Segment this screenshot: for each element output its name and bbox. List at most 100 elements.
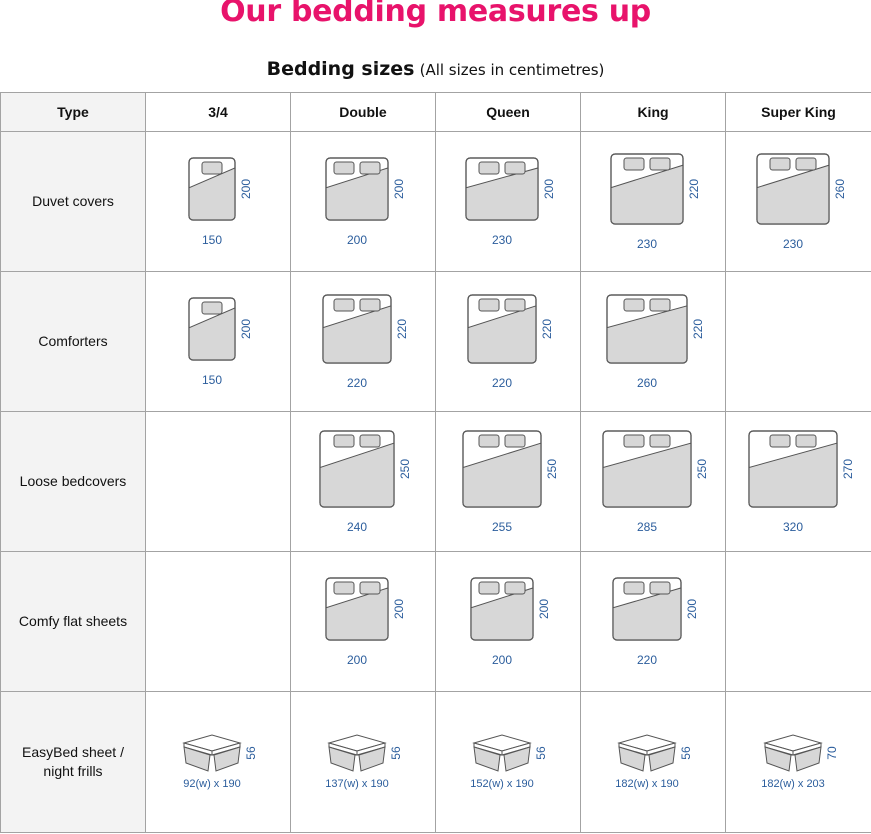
size-cell-three-quarter: 56 92(w) x 190 [145,691,291,833]
column-header-type: Type [0,92,146,132]
length-label: 250 [545,458,559,478]
table-title: Bedding sizes [266,58,415,80]
size-cell-three-quarter [145,551,291,692]
length-label: 220 [691,318,705,338]
bed-size-diagram: 220 260 [606,293,705,390]
width-label: 150 [202,233,222,247]
width-label: 230 [492,233,512,247]
row-label: Comforters [0,271,146,412]
bed-icon [188,296,236,361]
width-label: 220 [492,376,512,390]
box-bed-icon [327,734,387,772]
table-row: EasyBed sheet / night frills 56 92(w) x 19… [0,691,871,833]
size-cell-queen: 250 255 [435,411,581,552]
column-header-super-king: Super King [725,92,871,132]
size-cell-double: 56 137(w) x 190 [290,691,436,833]
bed-icon [319,429,395,508]
size-cell-queen: 220 220 [435,271,581,412]
length-label: 200 [537,598,551,618]
width-label: 260 [637,376,657,390]
bed-size-diagram: 200 150 [188,156,253,247]
table-row: Loose bedcovers 250 240 250 255 250 285 270 320 [0,411,871,552]
bed-icon [325,576,389,641]
bed-base-diagram: 56 137(w) x 190 [325,734,403,790]
length-label: 220 [540,318,554,338]
width-label: 200 [347,233,367,247]
bed-size-diagram: 200 200 [470,576,551,667]
bed-size-diagram: 270 320 [747,429,855,534]
length-label: 200 [239,178,253,198]
bed-size-diagram: 220 230 [610,152,701,251]
size-cell-king: 220 230 [580,131,726,272]
bed-icon [612,576,682,641]
length-label: 200 [542,178,556,198]
length-label: 200 [685,598,699,618]
table-body: Duvet covers 200 150 200 200 200 230 220 230 260 2… [0,131,871,833]
width-label: 255 [492,520,512,534]
size-cell-super-king: 270 320 [725,411,871,552]
size-cell-double: 250 240 [290,411,436,552]
length-label: 250 [695,458,709,478]
bed-base-diagram: 56 92(w) x 190 [182,734,258,790]
size-cell-king: 200 220 [580,551,726,692]
bed-icon [747,429,838,508]
depth-label: 56 [244,746,258,760]
width-label: 200 [492,653,512,667]
width-label: 230 [637,237,657,251]
row-label: EasyBed sheet / night frills [0,691,146,833]
length-label: 270 [841,458,855,478]
table-row: Comforters 200 150 220 220 220 220 220 260 [0,271,871,412]
size-cell-queen: 200 200 [435,551,581,692]
size-cell-super-king: 70 182(w) x 203 [725,691,871,833]
bed-size-diagram: 250 255 [462,429,559,534]
bed-size-diagram: 260 230 [755,152,847,251]
width-label: 230 [782,237,802,251]
bed-size-diagram: 250 285 [602,429,709,534]
bedding-sizes-table: Type 3/4 Double Queen King Super King Du… [0,92,871,833]
size-cell-three-quarter: 200 150 [145,131,291,272]
bed-size-diagram: 200 200 [325,156,406,247]
length-label: 200 [392,178,406,198]
column-header-king: King [580,92,726,132]
bed-icon [610,152,684,225]
length-label: 220 [395,318,409,338]
column-header-queen: Queen [435,92,581,132]
bed-icon [462,429,542,508]
box-bed-icon [617,734,677,772]
width-label: 220 [637,653,657,667]
depth-label: 56 [389,746,403,760]
width-label: 200 [347,653,367,667]
table-note: (All sizes in centimetres) [419,61,605,79]
box-bed-icon [472,734,532,772]
depth-label: 70 [825,746,839,760]
box-bed-icon [762,734,823,772]
bed-icon [188,156,236,221]
bed-icon [755,152,830,225]
size-cell-double: 200 200 [290,551,436,692]
bed-base-diagram: 70 182(w) x 203 [761,734,839,790]
bed-size-diagram: 220 220 [322,293,409,390]
row-label: Comfy flat sheets [0,551,146,692]
bed-base-diagram: 56 182(w) x 190 [615,734,693,790]
bed-size-diagram: 250 240 [319,429,412,534]
box-bed-icon [182,734,242,772]
bed-icon [602,429,692,508]
length-label: 200 [239,318,253,338]
bed-size-diagram: 200 230 [465,156,556,247]
table-caption: Bedding sizes (All sizes in centimetres) [0,58,871,80]
bed-base-diagram: 56 152(w) x 190 [470,734,548,790]
bed-size-diagram: 200 150 [188,296,253,387]
bed-icon [470,576,534,641]
depth-label: 56 [679,746,693,760]
column-header-three-quarter: 3/4 [145,92,291,132]
size-cell-super-king [725,271,871,412]
width-label: 285 [637,520,657,534]
size-cell-king: 56 182(w) x 190 [580,691,726,833]
size-cell-super-king [725,551,871,692]
row-label: Duvet covers [0,131,146,272]
length-label: 200 [392,598,406,618]
size-cell-super-king: 260 230 [725,131,871,272]
size-cell-queen: 56 152(w) x 190 [435,691,581,833]
bed-icon [325,156,389,221]
page-headline: Our bedding measures up [220,0,651,29]
